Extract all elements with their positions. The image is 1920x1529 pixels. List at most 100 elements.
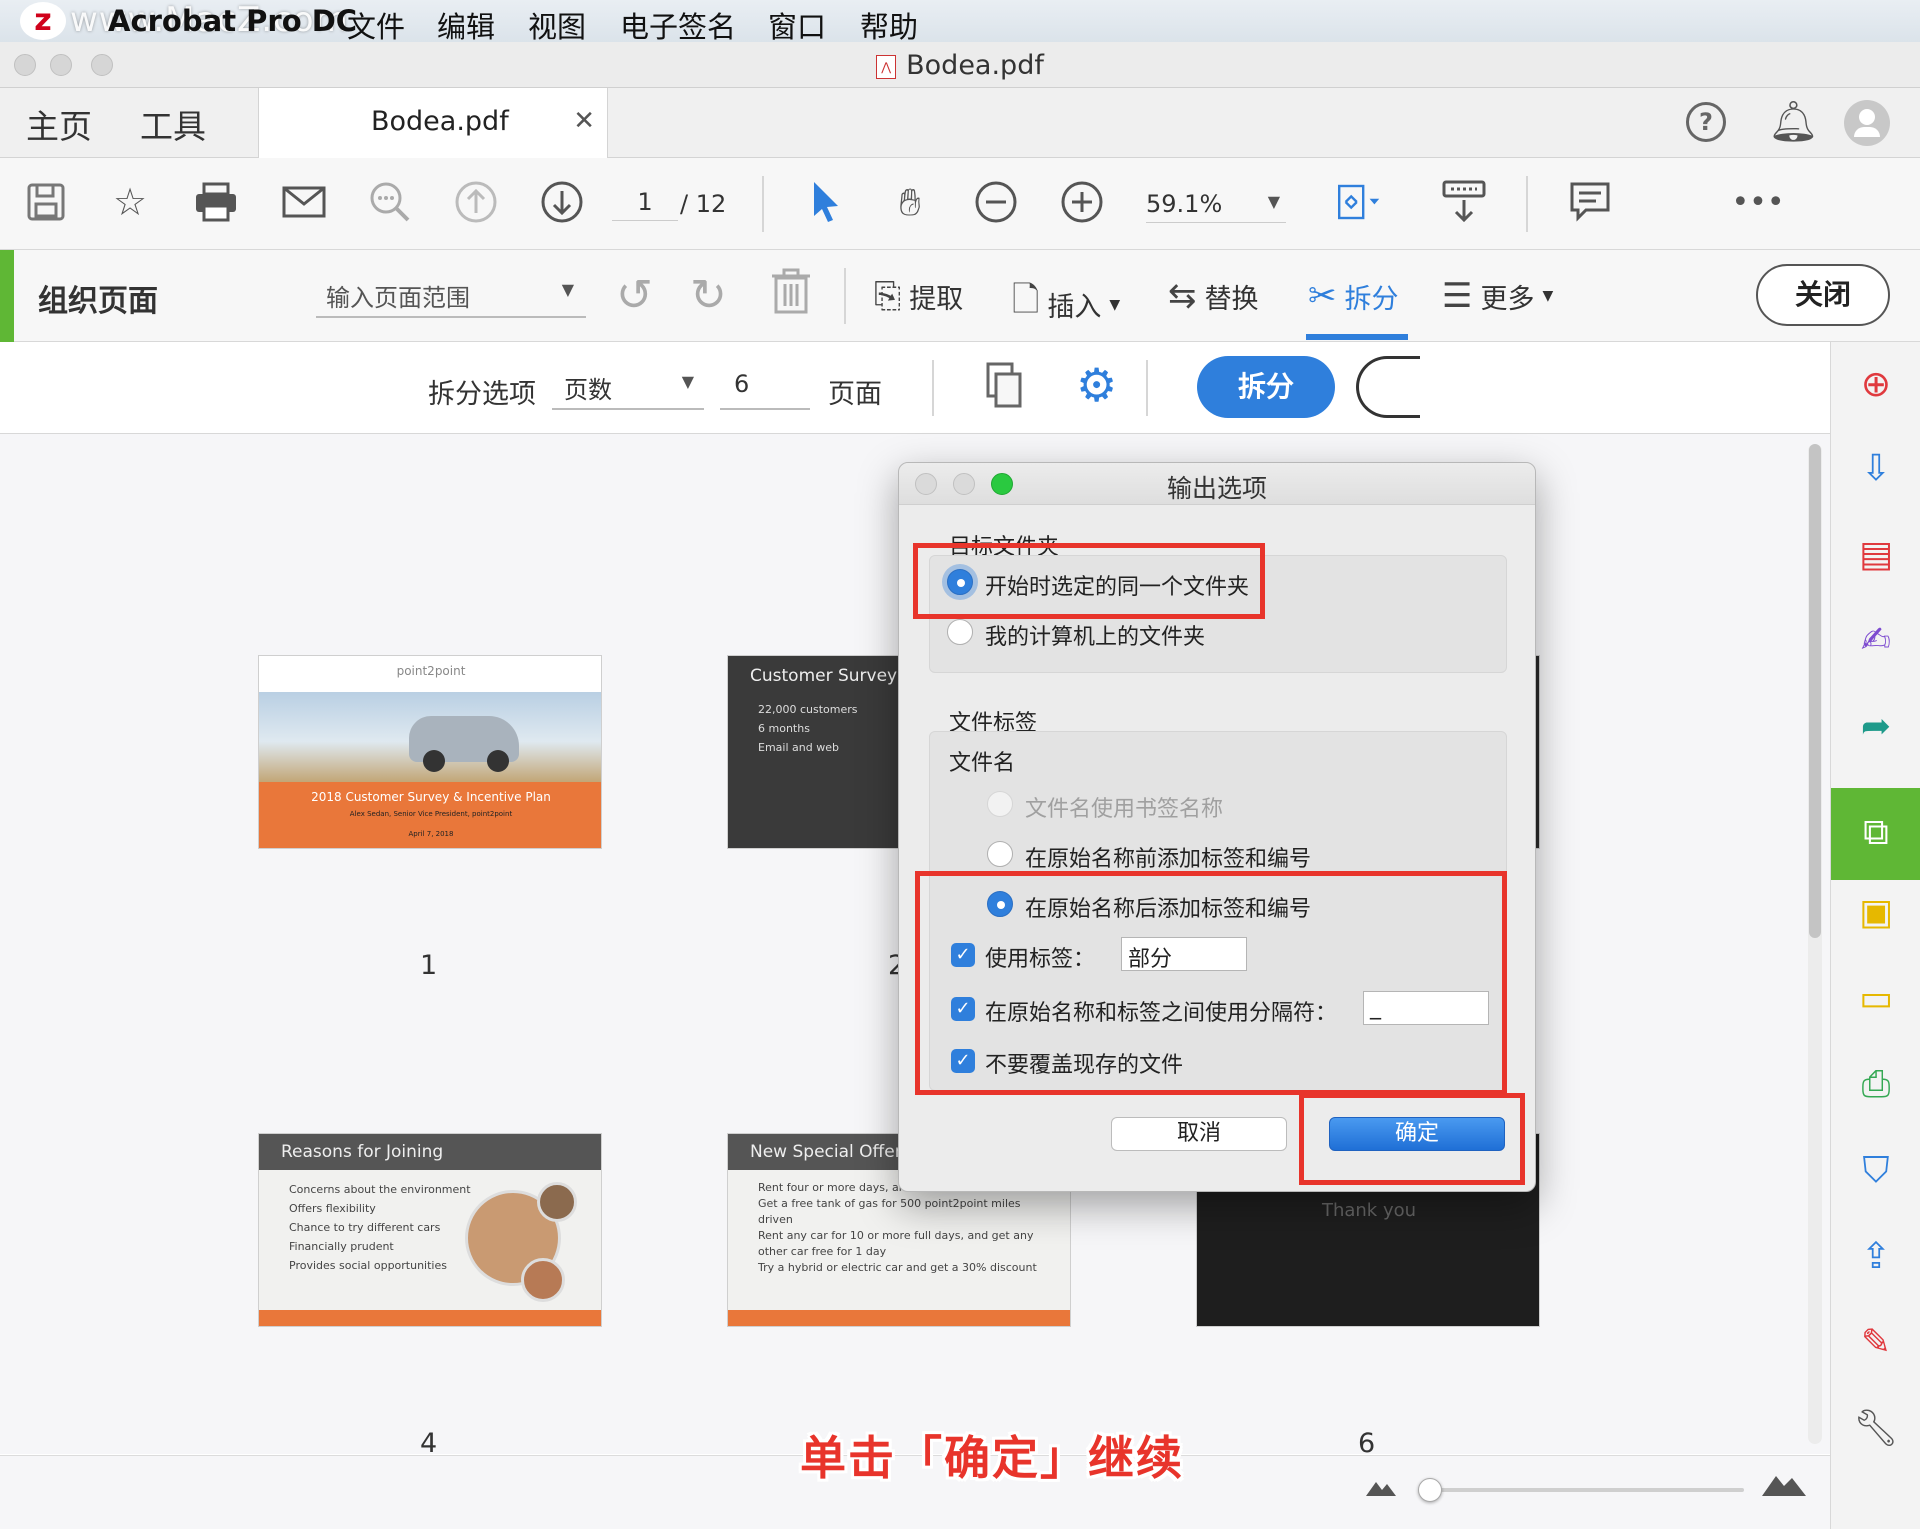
account-avatar[interactable] (1844, 100, 1890, 146)
cancel-button[interactable]: 取消 (1111, 1117, 1287, 1151)
small-mountain-icon[interactable] (1366, 1478, 1396, 1500)
pdf-file-icon: ⋀ (876, 54, 897, 79)
add-tools-icon[interactable]: 🔧︎ (1853, 1406, 1899, 1452)
slide-bullet: 6 months (758, 722, 810, 735)
delete-trash-icon[interactable] (770, 268, 812, 320)
car-wheel (487, 750, 509, 772)
edit-pdf-icon[interactable]: ▤ (1853, 532, 1899, 578)
protect-shield-icon[interactable]: ⛉ (1853, 1148, 1899, 1194)
insert-button[interactable]: 🗋︎ 插入 ▼ (1012, 276, 1120, 333)
split-count-input[interactable]: 6 (720, 366, 810, 410)
page-number-input[interactable]: 1 (612, 188, 678, 221)
menu-view[interactable]: 视图 (528, 4, 586, 46)
slide-bullet: 22,000 customers (758, 703, 858, 716)
cancel-split-button[interactable] (1356, 356, 1420, 418)
toolbar-divider (1146, 360, 1148, 416)
save-icon[interactable] (22, 178, 70, 226)
help-icon[interactable]: ? (1686, 102, 1726, 142)
large-mountain-icon[interactable] (1762, 1470, 1806, 1500)
slide-bullet: Offers flexibility (289, 1202, 376, 1215)
settings-gear-icon[interactable]: ⚙ (1076, 358, 1117, 412)
extract-button[interactable]: ⎘ 提取 (874, 276, 963, 316)
tab-home[interactable]: 主页 (26, 100, 92, 148)
zoom-level-select[interactable]: 59.1% ▼ (1146, 190, 1286, 223)
bookmark-star-icon[interactable]: ☆ (106, 178, 154, 226)
menu-file[interactable]: 文件 (347, 4, 405, 46)
more-options-icon[interactable]: ••• (1731, 178, 1784, 226)
copy-pages-icon[interactable] (984, 362, 1024, 414)
menu-window[interactable]: 窗口 (768, 4, 826, 46)
slide-title: Customer Survey (750, 666, 898, 686)
vertical-scrollbar[interactable] (1808, 444, 1822, 1444)
split-button[interactable]: 拆分 (1197, 356, 1335, 418)
zoom-in-icon[interactable] (1058, 178, 1106, 226)
slide-bullet: Concerns about the environment (289, 1183, 471, 1196)
replace-label: 替换 (1204, 283, 1259, 315)
split-unit-label: 页面 (828, 379, 882, 410)
fill-sign-icon[interactable]: ✍︎ (1853, 618, 1899, 664)
bookmark-name-label: 文件名使用书签名称 (1025, 797, 1224, 822)
replace-button[interactable]: ⇆ 替换 (1168, 276, 1259, 316)
rotate-right-icon[interactable]: ↻ (690, 270, 727, 321)
chevron-down-icon: ▼ (681, 372, 694, 391)
thumbnail-size-slider[interactable] (1418, 1478, 1744, 1502)
people-photo (537, 1182, 577, 1222)
menu-esign[interactable]: 电子签名 (620, 4, 736, 46)
previous-page-icon[interactable] (452, 178, 500, 226)
rotate-left-icon[interactable]: ↺ (616, 270, 653, 321)
menu-app-name[interactable]: Acrobat Pro DC (108, 4, 357, 38)
email-icon[interactable] (280, 178, 328, 226)
create-pdf-icon[interactable]: ⊕ (1853, 362, 1899, 408)
notification-bell-icon[interactable]: 🔔︎ (1768, 98, 1819, 145)
prefix-label-radio[interactable] (987, 841, 1013, 867)
slider-knob[interactable] (1418, 1478, 1442, 1502)
send-pdf-icon[interactable]: ➦ (1853, 704, 1899, 750)
dialog-title-bar: 输出选项 (899, 463, 1535, 505)
print-production-icon[interactable]: ⎙ (1853, 1062, 1899, 1108)
organize-pages-tool[interactable]: ⧉ (1831, 788, 1920, 880)
scrollbar-thumb[interactable] (1809, 444, 1821, 938)
more-button[interactable]: ☰ 更多 ▼ (1442, 276, 1553, 316)
page-thumbnail[interactable]: Reasons for Joining Concerns about the e… (258, 1133, 602, 1327)
split-options-label: 拆分选项 (428, 379, 536, 410)
hand-tool-icon[interactable]: ✋︎ (886, 178, 934, 226)
split-mode-select[interactable]: 页数 ▼ (552, 366, 704, 410)
menu-edit[interactable]: 编辑 (437, 4, 495, 46)
search-zoom-icon[interactable] (366, 178, 414, 226)
tab-bar: 主页 工具 Bodea.pdf ✕ ? 🔔︎ (0, 88, 1920, 158)
toolbar-divider (1526, 176, 1528, 232)
computer-folder-label: 我的计算机上的文件夹 (985, 625, 1206, 650)
scroll-mode-icon[interactable] (1440, 178, 1488, 226)
more-list-icon: ☰ (1442, 276, 1473, 316)
share-upload-icon[interactable]: ⇪ (1853, 1234, 1899, 1280)
comment-tool-icon[interactable]: ▣ (1853, 890, 1899, 936)
menu-help[interactable]: 帮助 (860, 4, 918, 46)
zoom-out-icon[interactable] (972, 178, 1020, 226)
tab-tools[interactable]: 工具 (140, 100, 206, 148)
chevron-down-icon: ▼ (1542, 288, 1554, 304)
page-fit-icon[interactable] (1336, 178, 1384, 226)
sticky-note-icon[interactable]: ▭ (1853, 976, 1899, 1022)
redact-icon[interactable]: ✎ (1853, 1320, 1899, 1366)
page-thumbnail[interactable]: point2point 2018 Customer Survey & Incen… (258, 655, 602, 849)
split-tool-button[interactable]: ✂ 拆分 (1308, 276, 1399, 316)
slide-bullet: Try a hybrid or electric car and get a 3… (758, 1261, 1037, 1274)
main-toolbar: ☆ 1 / 12 ✋︎ 59.1% ▼ ••• (0, 158, 1920, 250)
select-cursor-icon[interactable] (802, 178, 850, 226)
close-tab-icon[interactable]: ✕ (573, 106, 595, 136)
organize-title: 组织页面 (38, 284, 158, 319)
tab-document[interactable]: Bodea.pdf ✕ (258, 88, 608, 158)
page-range-select[interactable]: 输入页面范围 ▼ (316, 274, 586, 318)
split-mode-value: 页数 (564, 376, 612, 404)
export-pdf-icon[interactable]: ⇩ (1853, 446, 1899, 492)
next-page-icon[interactable] (538, 178, 586, 226)
tab-document-label: Bodea.pdf (371, 106, 509, 137)
organize-accent-bar (0, 250, 14, 342)
computer-folder-radio[interactable] (947, 619, 973, 645)
page-number: 1 (420, 950, 438, 981)
close-organize-button[interactable]: 关闭 (1756, 264, 1890, 326)
insert-label: 插入 (1047, 292, 1102, 323)
print-icon[interactable] (192, 178, 240, 226)
bookmark-name-radio[interactable] (987, 791, 1013, 817)
comment-icon[interactable] (1566, 178, 1614, 226)
